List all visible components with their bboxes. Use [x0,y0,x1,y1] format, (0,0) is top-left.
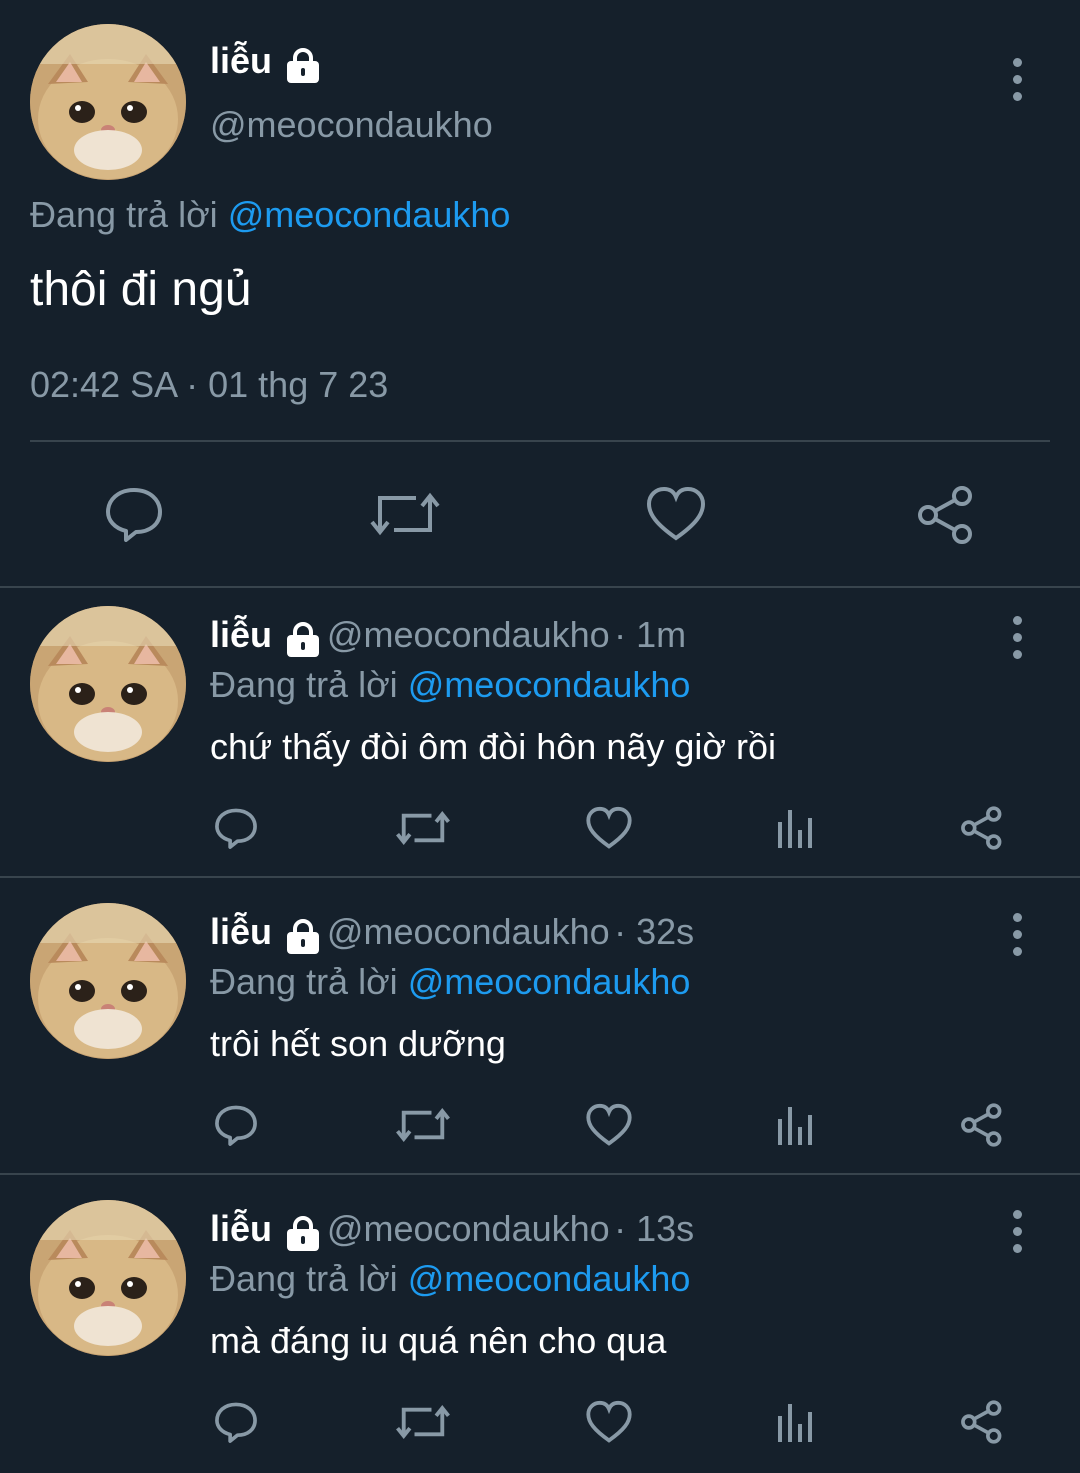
reply-text: mà đáng iu quá nên cho qua [210,1320,667,1361]
reply-prefix: Đang trả lời [210,961,398,1002]
reply-to-link[interactable]: @meocondaukho [228,194,511,235]
analytics-icon[interactable] [776,1105,816,1145]
reply-to-link[interactable]: @meocondaukho [408,664,691,705]
author-name[interactable]: liễu [210,1208,272,1249]
author-name[interactable]: liễu [210,40,272,81]
reply-header: liễu @meocondaukho · 13s [210,1208,694,1257]
divider [0,876,1080,878]
author-name[interactable]: liễu [210,614,272,655]
reply-time[interactable]: · 32s [614,911,694,952]
lock-icon [284,1216,322,1257]
more-vertical-icon[interactable] [1007,58,1027,109]
author-handle[interactable]: @meocondaukho [327,614,610,655]
reply-icon[interactable] [214,1400,258,1444]
author-name-row: liễu [210,40,322,89]
share-icon[interactable] [916,486,976,544]
retweet-icon[interactable] [396,1400,450,1444]
reply-to-link[interactable]: @meocondaukho [408,1258,691,1299]
reply-time[interactable]: · 1m [614,614,686,655]
lock-icon [284,919,322,960]
reply-text: trôi hết son dưỡng [210,1023,506,1064]
reply-prefix: Đang trả lời [210,1258,398,1299]
reply-context: Đang trả lời @meocondaukho [210,664,690,706]
more-vertical-icon[interactable] [1007,1210,1027,1261]
avatar[interactable] [30,606,186,762]
share-icon[interactable] [960,1103,1004,1147]
heart-icon[interactable] [586,806,632,850]
retweet-icon[interactable] [396,806,450,850]
share-icon[interactable] [960,1400,1004,1444]
reply-time[interactable]: · 13s [614,1208,694,1249]
reply-context: Đang trả lời @meocondaukho [210,961,690,1003]
avatar[interactable] [30,1200,186,1356]
reply-text: chứ thấy đòi ôm đòi hôn nãy giờ rồi [210,726,777,767]
lock-icon [284,622,322,663]
avatar[interactable] [30,24,186,180]
author-handle[interactable]: @meocondaukho [327,911,610,952]
reply-context: Đang trả lời @meocondaukho [30,194,510,236]
heart-icon[interactable] [586,1400,632,1444]
divider [0,1173,1080,1175]
heart-icon[interactable] [646,486,706,542]
more-vertical-icon[interactable] [1007,913,1027,964]
more-vertical-icon[interactable] [1007,616,1027,667]
author-handle[interactable]: @meocondaukho [210,104,493,146]
avatar[interactable] [30,903,186,1059]
analytics-icon[interactable] [776,808,816,848]
analytics-icon[interactable] [776,1402,816,1442]
share-icon[interactable] [960,806,1004,850]
reply-context: Đang trả lời @meocondaukho [210,1258,690,1300]
reply-to-link[interactable]: @meocondaukho [408,961,691,1002]
reply-prefix: Đang trả lời [210,664,398,705]
reply-icon[interactable] [214,806,258,850]
author-name[interactable]: liễu [210,911,272,952]
retweet-icon[interactable] [370,486,440,542]
lock-icon [284,48,322,89]
reply-icon[interactable] [214,1103,258,1147]
divider [30,440,1050,442]
reply-icon[interactable] [104,486,164,542]
retweet-icon[interactable] [396,1103,450,1147]
reply-header: liễu @meocondaukho · 32s [210,911,694,960]
reply-header: liễu @meocondaukho · 1m [210,614,686,663]
tweet-text: thôi đi ngủ [30,263,252,316]
divider [0,586,1080,588]
reply-prefix: Đang trả lời [30,194,218,235]
author-handle[interactable]: @meocondaukho [327,1208,610,1249]
heart-icon[interactable] [586,1103,632,1147]
tweet-timestamp[interactable]: 02:42 SA · 01 thg 7 23 [30,364,388,406]
